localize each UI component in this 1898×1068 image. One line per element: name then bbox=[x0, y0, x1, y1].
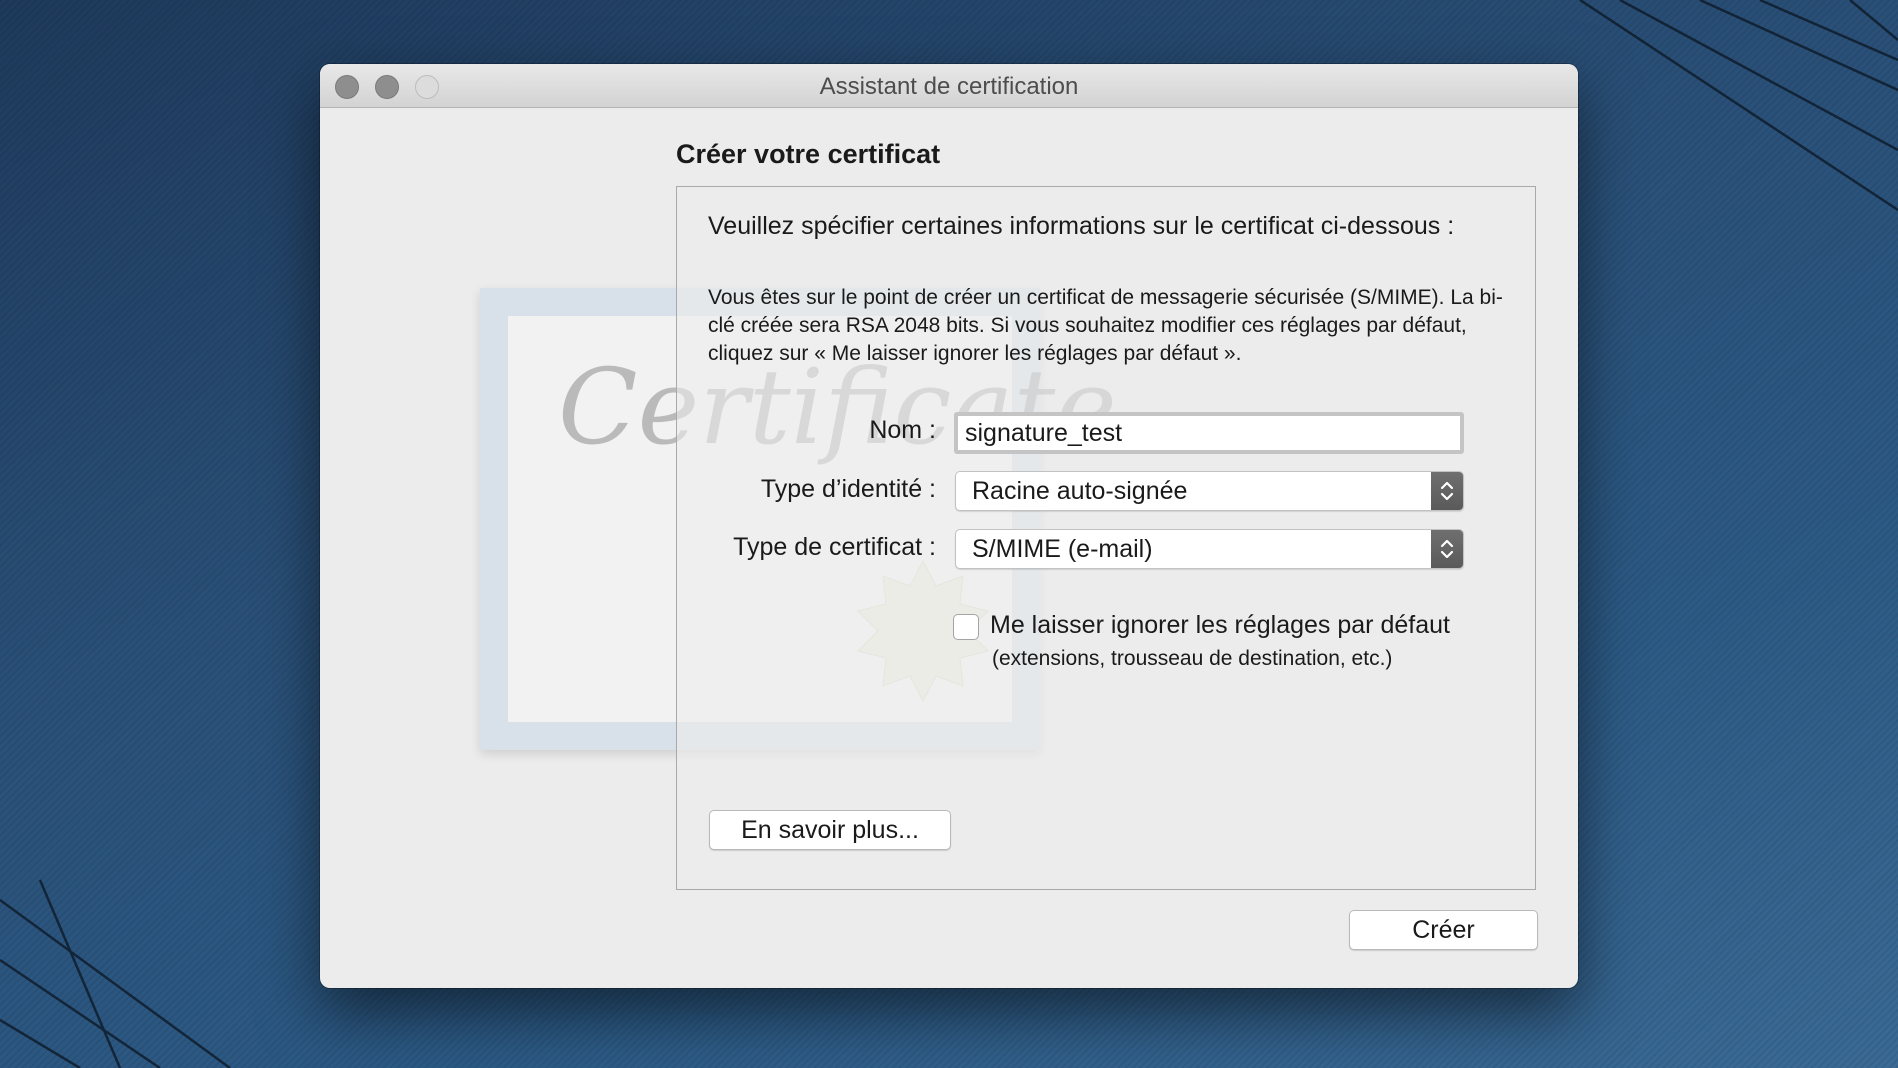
cert-type-label: Type de certificat : bbox=[733, 533, 936, 561]
page-heading: Créer votre certificat bbox=[676, 139, 941, 169]
certificate-assistant-window: Assistant de certification Certificate C… bbox=[320, 64, 1578, 988]
window-title: Assistant de certification bbox=[819, 73, 1079, 100]
identity-type-label: Type d’identité : bbox=[760, 475, 936, 503]
learn-more-button[interactable]: En savoir plus... bbox=[709, 810, 951, 850]
override-defaults-label[interactable]: Me laisser ignorer les réglages par défa… bbox=[990, 611, 1450, 640]
name-label: Nom : bbox=[869, 416, 936, 444]
intro-text: Veuillez spécifier certaines information… bbox=[708, 212, 1455, 240]
chevron-updown-icon bbox=[1431, 530, 1463, 568]
title-bar[interactable]: Assistant de certification bbox=[320, 64, 1578, 108]
create-button[interactable]: Créer bbox=[1349, 910, 1538, 950]
details-text: Vous êtes sur le point de créer un certi… bbox=[708, 286, 1503, 365]
name-input[interactable] bbox=[954, 412, 1464, 454]
cert-type-select[interactable]: S/MIME (e-mail) bbox=[955, 529, 1464, 569]
override-defaults-sublabel: (extensions, trousseau de destination, e… bbox=[992, 647, 1393, 670]
cert-type-value: S/MIME (e-mail) bbox=[972, 535, 1153, 563]
identity-type-value: Racine auto-signée bbox=[972, 477, 1188, 505]
override-defaults-checkbox[interactable] bbox=[953, 614, 979, 640]
form-panel: Veuillez spécifier certaines information… bbox=[676, 186, 1536, 890]
identity-type-select[interactable]: Racine auto-signée bbox=[955, 471, 1464, 511]
chevron-updown-icon bbox=[1431, 472, 1463, 510]
